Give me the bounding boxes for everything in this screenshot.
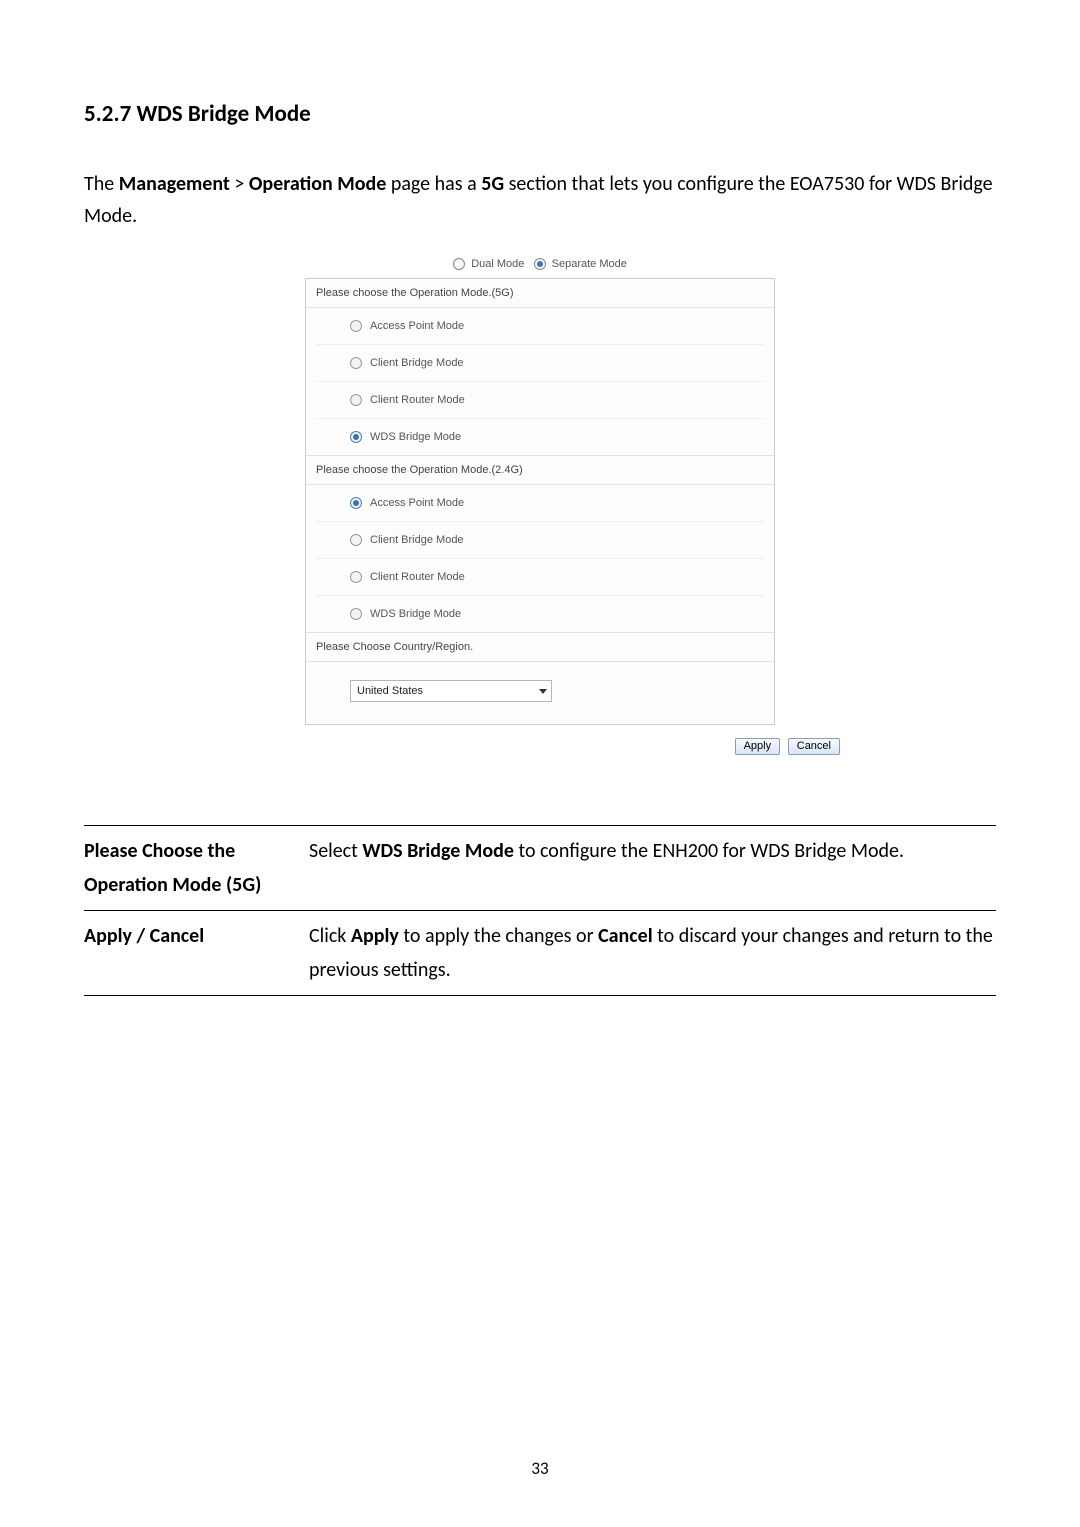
def-desc-bold1: WDS Bridge Mode <box>362 839 514 863</box>
option-label: WDS Bridge Mode <box>370 608 461 620</box>
screenshot-panel: Dual Mode Separate Mode Please choose th… <box>305 252 775 725</box>
top-mode-row: Dual Mode Separate Mode <box>305 252 775 278</box>
section-heading: 5.2.7 WDS Bridge Mode <box>84 100 996 128</box>
intro-bold-3: 5G <box>481 172 504 196</box>
country-value: United States <box>357 685 423 697</box>
definition-table: Please Choose the Operation Mode (5G) Se… <box>84 825 996 996</box>
radio-icon[interactable] <box>350 571 362 583</box>
option-row[interactable]: Access Point Mode <box>316 308 764 345</box>
def-term-line1: Apply / Cancel <box>84 924 204 948</box>
opmode-24g-title: Please choose the Operation Mode.(2.4G) <box>306 455 774 485</box>
radio-icon[interactable] <box>350 394 362 406</box>
def-desc-bold2: Cancel <box>598 924 653 948</box>
page-number: 33 <box>0 1458 1080 1479</box>
option-label: Client Bridge Mode <box>370 534 464 546</box>
option-label: Access Point Mode <box>370 320 464 332</box>
separate-mode-label: Separate Mode <box>552 258 627 270</box>
radio-icon[interactable] <box>350 534 362 546</box>
option-row[interactable]: Client Router Mode <box>316 559 764 596</box>
def-desc-pre: Click <box>309 924 351 948</box>
option-row[interactable]: WDS Bridge Mode <box>316 419 764 455</box>
apply-button[interactable]: Apply <box>735 738 781 755</box>
def-desc-post1: to configure the ENH200 for WDS Bridge M… <box>514 839 904 863</box>
radio-icon[interactable] <box>350 431 362 443</box>
option-row[interactable]: Access Point Mode <box>316 485 764 522</box>
radio-icon[interactable] <box>453 258 465 270</box>
radio-icon[interactable] <box>350 497 362 509</box>
def-term-line1: Please Choose the <box>84 839 235 863</box>
radio-icon[interactable] <box>534 258 546 270</box>
intro-mid: > <box>230 172 249 196</box>
intro-bold-1: Management <box>119 172 230 196</box>
def-desc-mid: to apply the changes or <box>399 924 598 948</box>
option-row[interactable]: Client Router Mode <box>316 382 764 419</box>
table-row: Please Choose the Operation Mode (5G) Se… <box>84 826 996 911</box>
button-row: Apply Cancel <box>240 735 840 755</box>
intro-bold-2: Operation Mode <box>249 172 386 196</box>
country-title: Please Choose Country/Region. <box>306 632 774 662</box>
option-row[interactable]: Client Bridge Mode <box>316 522 764 559</box>
option-row[interactable]: Client Bridge Mode <box>316 345 764 382</box>
radio-icon[interactable] <box>350 357 362 369</box>
intro-post1: page has a <box>386 172 481 196</box>
dual-mode-label: Dual Mode <box>471 258 524 270</box>
option-row[interactable]: WDS Bridge Mode <box>316 596 764 632</box>
country-select[interactable]: United States <box>350 680 552 702</box>
table-row: Apply / Cancel Click Apply to apply the … <box>84 911 996 996</box>
option-label: Client Router Mode <box>370 394 465 406</box>
def-desc-bold1: Apply <box>351 924 399 948</box>
radio-icon[interactable] <box>350 608 362 620</box>
option-label: WDS Bridge Mode <box>370 431 461 443</box>
chevron-down-icon <box>539 689 547 694</box>
option-label: Client Bridge Mode <box>370 357 464 369</box>
opmode-5g-title: Please choose the Operation Mode.(5G) <box>306 279 774 308</box>
def-term-line2: Operation Mode (5G) <box>84 873 261 897</box>
intro-pre: The <box>84 172 119 196</box>
intro-paragraph: The Management > Operation Mode page has… <box>84 168 996 232</box>
radio-icon[interactable] <box>350 320 362 332</box>
opmode-5g-panel: Please choose the Operation Mode.(5G) Ac… <box>305 278 775 725</box>
def-desc-pre: Select <box>309 839 362 863</box>
option-label: Access Point Mode <box>370 497 464 509</box>
option-label: Client Router Mode <box>370 571 465 583</box>
cancel-button[interactable]: Cancel <box>788 738 840 755</box>
